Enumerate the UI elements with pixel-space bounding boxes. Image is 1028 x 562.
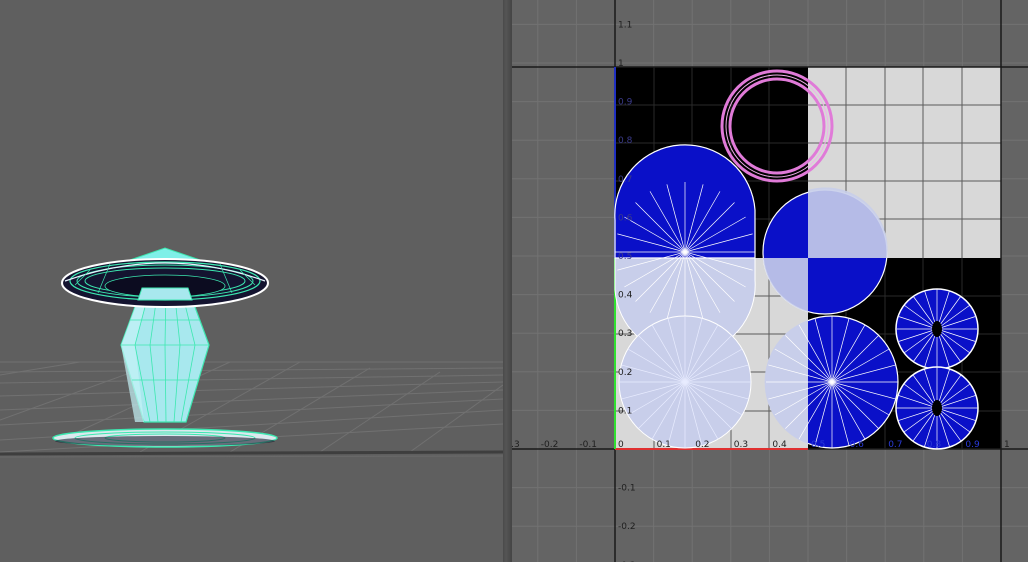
v-tick-label: 0.6	[618, 213, 633, 223]
u-tick-label: 0.4	[772, 440, 787, 450]
uv-texture-editor[interactable]: -0.3 -0.2 -0.1 0 0.1 0.2 0.3 0.4 0.5 0.6 0.7 0.8 0.9…	[512, 0, 1028, 562]
mushroom-mesh[interactable]	[52, 247, 278, 448]
viewport-canvas[interactable]	[0, 0, 503, 562]
uv-canvas[interactable]: -0.3 -0.2 -0.1 0 0.1 0.2 0.3 0.4 0.5 0.6 0.7 0.8 0.9…	[512, 0, 1028, 562]
v-tick-label: 0.3	[618, 329, 632, 339]
uv-shell-right-bottom[interactable]	[895, 366, 979, 450]
u-tick-label: -0.2	[541, 440, 559, 450]
uv-shell-right-top[interactable]	[895, 288, 979, 370]
v-tick-label: 0.7	[618, 175, 632, 185]
u-tick-label: 0.5	[811, 440, 825, 450]
u-tick-label: 0.9	[965, 440, 980, 450]
v-tick-label: 0.5	[618, 252, 632, 262]
u-tick-label: -0.3	[512, 440, 520, 450]
horizon-line	[0, 450, 503, 456]
u-tick-label: 0.2	[695, 440, 709, 450]
u-tick-label: -0.1	[579, 440, 597, 450]
v-tick-label: 0.2	[618, 368, 632, 378]
u-tick-label: 1	[1004, 440, 1010, 450]
u-tick-label: 0.3	[734, 440, 748, 450]
u-tick-label: 0.6	[850, 440, 865, 450]
u-tick-label: 0.7	[888, 440, 902, 450]
u-tick-label: 0.8	[927, 440, 942, 450]
v-tick-label: 0.4	[618, 291, 633, 301]
v-tick-label: 0.8	[618, 136, 633, 146]
u-tick-label: 0	[618, 440, 624, 450]
panel-splitter[interactable]	[503, 0, 512, 562]
cap	[61, 247, 269, 308]
u-tick-label: 0.1	[657, 440, 671, 450]
v-tick-label: 0.1	[618, 406, 632, 416]
3d-perspective-viewport[interactable]	[0, 0, 503, 562]
uv-shell-lower-mid-disc[interactable]	[764, 315, 899, 449]
v-tick-label: 1.1	[618, 20, 632, 30]
base-disc	[52, 428, 278, 448]
v-tick-label: 0.9	[618, 98, 633, 108]
v-tick-label: -0.1	[618, 484, 636, 494]
uv-shell-lower-left-disc[interactable]	[618, 315, 752, 449]
v-tick-label: -0.2	[618, 522, 636, 532]
v-tick-label: 1	[618, 59, 624, 69]
